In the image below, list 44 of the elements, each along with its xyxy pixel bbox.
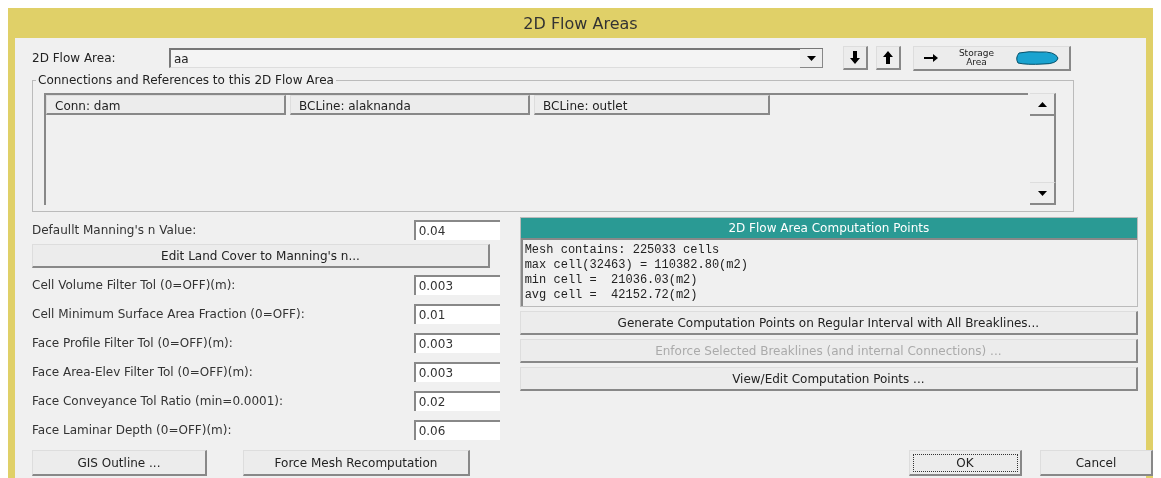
setting-label: Cell Minimum Surface Area Fraction (0=OFF): [32, 306, 305, 321]
computation-button[interactable]: View/Edit Computation Points ... [519, 367, 1138, 391]
connection-item[interactable]: Conn: dam [46, 95, 286, 115]
gis-outline-button[interactable]: GIS Outline ... [32, 450, 207, 476]
mesh-info-line: Mesh contains: 225033 cells [524, 243, 721, 258]
value-field[interactable]: 0.003 [413, 332, 500, 353]
move-down-button[interactable] [843, 46, 868, 70]
window-title: 2D Flow Areas [523, 13, 638, 33]
setting-label: Face Conveyance Tol Ratio (min=0.0001): [32, 393, 284, 408]
value-field[interactable]: 0.02 [413, 390, 500, 411]
cancel-button[interactable]: Cancel [1040, 450, 1153, 476]
ok-button[interactable]: OK [909, 450, 1022, 476]
mesh-info-line: max cell(32463) = 110382.80(m2) [524, 258, 749, 273]
flow-area-dropdown[interactable]: aa [169, 48, 823, 68]
value-field[interactable]: 0.003 [413, 274, 500, 295]
up-arrow-icon [883, 51, 893, 64]
group-title: Connections and References to this 2D Flow Area [36, 73, 336, 87]
scrollbar[interactable] [1030, 93, 1056, 205]
value-field[interactable]: 0.06 [413, 419, 500, 440]
connection-item[interactable]: BCLine: alaknanda [290, 95, 530, 115]
mesh-info-line: avg cell = 42152.72(m2) [524, 288, 699, 303]
setting-label: Face Area-Elev Filter Tol (0=OFF)(m): [32, 364, 253, 379]
value-field[interactable]: 0.01 [413, 303, 500, 324]
scroll-up-icon [1037, 101, 1047, 107]
down-arrow-icon [850, 51, 860, 64]
land-cover-button[interactable]: Edit Land Cover to Manning's n... [32, 244, 490, 268]
setting-label: Defaullt Manning's n Value: [32, 222, 197, 237]
panel-header: 2D Flow Area Computation Points [520, 218, 1137, 238]
setting-label: Cell Volume Filter Tol (0=OFF)(m): [32, 277, 236, 292]
setting-label: Face Profile Filter Tol (0=OFF)(m): [32, 335, 233, 350]
recompute-button[interactable]: Force Mesh Recomputation [243, 450, 470, 476]
mesh-info-line: min cell = 21036.03(m2) [524, 273, 699, 288]
dropdown-arrow-icon [806, 55, 816, 61]
connection-item[interactable]: BCLine: outlet [534, 95, 770, 115]
storage-area-icon [1014, 50, 1059, 65]
flow-area-label: 2D Flow Area: [32, 51, 117, 65]
value-field[interactable]: 0.003 [413, 361, 500, 382]
storage-area-button[interactable]: Storage Area [913, 45, 1071, 71]
scroll-down-icon [1037, 190, 1047, 196]
setting-label: Face Laminar Depth (0=OFF)(m): [32, 422, 232, 437]
move-up-button[interactable] [876, 46, 901, 70]
computation-button[interactable]: Generate Computation Points on Regular Interval with All Breaklines... [519, 311, 1138, 335]
right-arrow-icon [924, 53, 939, 62]
value-field[interactable]: 0.04 [413, 219, 500, 240]
